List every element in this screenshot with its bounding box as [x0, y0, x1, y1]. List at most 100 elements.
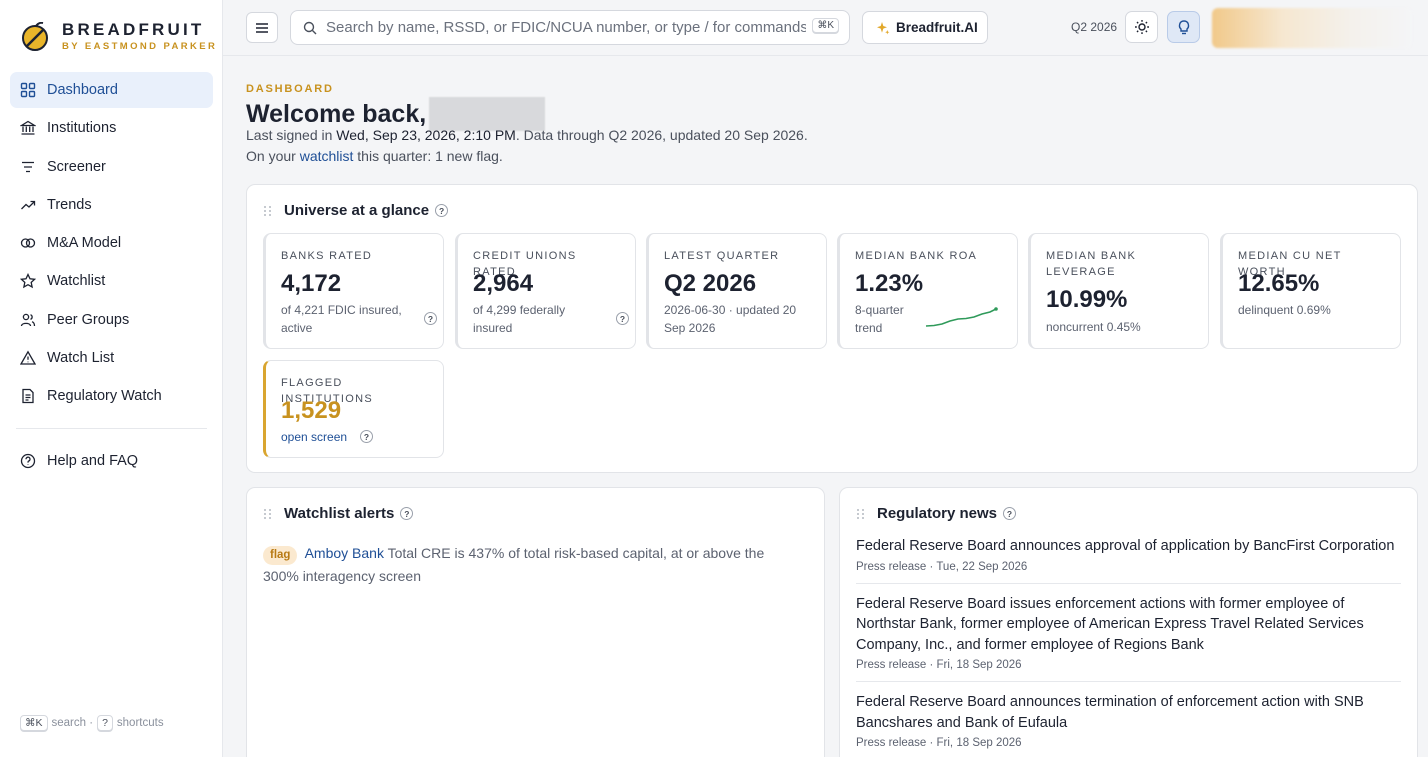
news-meta: Press release · Fri, 18 Sep 2026	[856, 737, 1022, 749]
brand[interactable]: BREADFRUIT BY EASTMOND PARKER	[22, 20, 217, 53]
news-meta: Press release · Fri, 18 Sep 2026	[856, 659, 1022, 671]
sidebar-item-label: M&A Model	[47, 235, 122, 252]
sidebar-item-watch-list[interactable]: Watch List	[10, 340, 213, 376]
sidebar-item-watchlist[interactable]: Watchlist	[10, 263, 213, 299]
stat-subtext: of 4,221 FDIC insured, active	[281, 303, 402, 335]
topbar: ⌘K Breadfruit.AI Q2 2026	[223, 0, 1428, 56]
search-kbd: ⌘K	[20, 715, 48, 731]
shortcuts-hint-label: shortcuts	[116, 717, 164, 729]
stat-banks-rated[interactable]: BANKS RATED 4,172 of 4,221 FDIC insured,…	[263, 233, 444, 349]
hamburger-icon	[256, 22, 268, 33]
last-signed-date: Wed, Sep 23, 2026, 2:10 PM	[336, 127, 516, 143]
ai-button-label: Breadfruit.AI	[896, 20, 978, 35]
last-signed-prefix: Last signed in	[246, 127, 333, 143]
roa-sparkline	[925, 307, 998, 327]
sidebar-item-label: Help and FAQ	[47, 453, 139, 470]
breadfruit-ai-button[interactable]: Breadfruit.AI	[862, 11, 988, 44]
menu-toggle-button[interactable]	[246, 12, 278, 43]
sidebar-nav: Dashboard Institutions Screener Trends M…	[10, 72, 213, 482]
help-icon	[20, 454, 36, 469]
stat-value: 10.99%	[1046, 286, 1128, 313]
drag-handle-icon[interactable]	[263, 508, 273, 520]
drag-handle-icon[interactable]	[856, 508, 866, 520]
stat-label: MEDIAN BANK ROA	[855, 250, 978, 262]
filter-icon	[22, 161, 34, 172]
search-input[interactable]	[326, 19, 806, 36]
stat-value: Q2 2026	[664, 270, 757, 297]
sidebar-item-dashboard[interactable]: Dashboard	[10, 72, 213, 108]
stat-credit-unions-rated[interactable]: CREDIT UNIONS RATED 2,964 of 4,299 feder…	[455, 233, 636, 349]
help-tooltip-icon[interactable]: ?	[360, 430, 373, 443]
stat-value: 1.23%	[855, 270, 924, 297]
news-meta: Press release · Tue, 22 Sep 2026	[856, 560, 1028, 573]
sidebar-item-help[interactable]: Help and FAQ	[10, 443, 213, 479]
search-bar[interactable]: ⌘K	[290, 10, 850, 45]
theme-toggle-button[interactable]	[1125, 11, 1158, 43]
sidebar-divider	[16, 428, 207, 430]
news-item[interactable]: Federal Reserve Board issues enforcement…	[856, 594, 1401, 682]
universe-card-title: Universe at a glance	[284, 202, 430, 219]
sidebar-item-label: Screener	[47, 158, 106, 175]
keyboard-hint: ⌘K search · ? shortcuts	[20, 715, 164, 731]
open-screen-link[interactable]: open screen	[281, 428, 347, 446]
help-tooltip-icon[interactable]: ?	[424, 312, 437, 325]
news-item[interactable]: Federal Reserve Board announces terminat…	[856, 692, 1401, 757]
stat-subtext: noncurrent 0.45%	[1046, 320, 1141, 334]
stat-latest-quarter[interactable]: LATEST QUARTER Q2 2026 2026-06-30 · upda…	[646, 233, 827, 349]
watchlist-alerts-header: Watchlist alerts ?	[263, 505, 414, 522]
help-tooltip-icon[interactable]: ?	[616, 312, 629, 325]
stat-median-cu-net-worth[interactable]: MEDIAN CU NET WORTH 12.65% delinquent 0.…	[1220, 233, 1401, 349]
help-tooltip-icon[interactable]: ?	[435, 204, 449, 217]
stat-value: 2,964	[473, 270, 534, 297]
news-title[interactable]: Federal Reserve Board issues enforcement…	[856, 594, 1401, 656]
sidebar-item-regulatory-watch[interactable]: Regulatory Watch	[10, 378, 213, 414]
star-icon	[20, 273, 36, 289]
tips-button[interactable]	[1167, 11, 1200, 43]
stat-subtext: of 4,299 federally insured	[473, 303, 566, 335]
bank-icon	[20, 121, 36, 135]
news-title[interactable]: Federal Reserve Board announces terminat…	[856, 692, 1401, 733]
grid-icon	[20, 82, 36, 98]
sidebar-item-ma-model[interactable]: M&A Model	[10, 225, 213, 261]
flag-count-text: this quarter: 1 new flag.	[357, 147, 503, 164]
user-profile-redacted[interactable]	[1212, 8, 1412, 48]
alert-bank-link[interactable]: Amboy Bank	[305, 545, 384, 561]
document-icon	[22, 389, 34, 404]
sidebar-item-label: Watchlist	[47, 273, 106, 290]
watchlist-link[interactable]: watchlist	[300, 148, 354, 164]
stat-flagged-institutions[interactable]: FLAGGED INSTITUTIONS 1,529 open screen ?	[263, 360, 444, 458]
regulatory-news-header: Regulatory news ?	[856, 505, 1017, 522]
sidebar-item-screener[interactable]: Screener	[10, 149, 213, 185]
page-eyebrow: DASHBOARD	[246, 83, 334, 95]
sidebar-item-institutions[interactable]: Institutions	[10, 110, 213, 146]
users-icon	[20, 313, 36, 326]
stat-label: MEDIAN BANK LEVERAGE	[1046, 250, 1137, 278]
stat-value: 4,172	[281, 270, 342, 297]
sun-icon	[1134, 20, 1149, 34]
warning-icon	[20, 350, 36, 365]
sidebar: BREADFRUIT BY EASTMOND PARKER Dashboard …	[0, 0, 223, 757]
merge-icon	[20, 238, 36, 248]
quarter-indicator: Q2 2026	[1071, 20, 1118, 34]
sidebar-item-trends[interactable]: Trends	[10, 187, 213, 223]
news-item[interactable]: Federal Reserve Board announces approval…	[856, 536, 1401, 584]
trend-icon	[21, 200, 36, 210]
search-hint-label: search ·	[51, 717, 94, 729]
stat-median-bank-roa[interactable]: MEDIAN BANK ROA 1.23% 8-quarter trend	[837, 233, 1018, 349]
sidebar-item-peer-groups[interactable]: Peer Groups	[10, 302, 213, 338]
breadfruit-logo-icon	[22, 21, 48, 51]
universe-card: Universe at a glance ? BANKS RATED 4,172…	[246, 184, 1418, 473]
stat-median-bank-leverage[interactable]: MEDIAN BANK LEVERAGE 10.99% noncurrent 0…	[1028, 233, 1209, 349]
stat-subtext: 2026-06-30 · updated 20 Sep 2026	[664, 303, 797, 335]
universe-card-header: Universe at a glance ?	[263, 202, 449, 219]
news-title[interactable]: Federal Reserve Board announces approval…	[856, 536, 1401, 557]
drag-handle-icon[interactable]	[263, 205, 273, 217]
help-tooltip-icon[interactable]: ?	[1003, 507, 1017, 520]
flag-badge: flag	[263, 546, 298, 565]
help-tooltip-icon[interactable]: ?	[400, 507, 414, 520]
sidebar-item-label: Peer Groups	[47, 311, 130, 328]
sidebar-item-label: Institutions	[47, 120, 117, 137]
lightbulb-icon	[1178, 20, 1189, 35]
regulatory-news-title: Regulatory news	[877, 505, 998, 522]
stat-label: LATEST QUARTER	[664, 250, 780, 262]
